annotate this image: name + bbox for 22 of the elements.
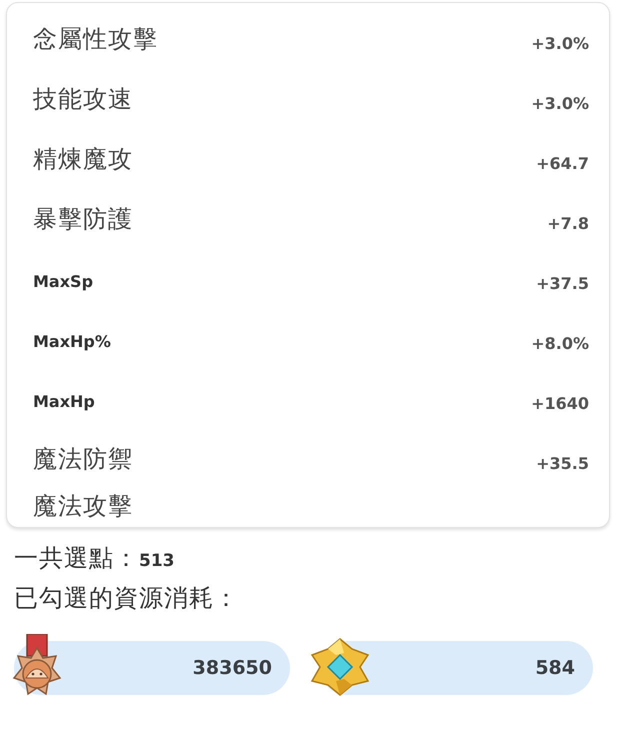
stat-name: MaxSp — [33, 272, 94, 293]
crystal-icon — [308, 635, 372, 699]
stat-value: +3.0% — [531, 94, 589, 115]
stat-value: +64.7 — [536, 154, 589, 175]
stat-name: 技能攻速 — [33, 84, 133, 115]
total-label: 一共選點： — [14, 543, 139, 574]
resource-amount: 383650 — [14, 641, 290, 695]
stat-value: +1640 — [531, 394, 589, 415]
total-value: 513 — [139, 551, 174, 571]
stat-value: +37.5 — [536, 274, 589, 295]
stat-name: 精煉魔攻 — [33, 144, 133, 175]
stat-name: 魔法攻擊 — [33, 491, 133, 522]
stat-value: +7.8 — [547, 214, 589, 235]
stat-value: +3.0% — [531, 34, 589, 55]
stat-name: 暴擊防護 — [33, 204, 133, 235]
stat-name: MaxHp — [33, 392, 95, 413]
stat-name: 念屬性攻擊 — [33, 24, 158, 55]
stat-name: MaxHp% — [33, 332, 111, 353]
stat-value: +35.5 — [536, 454, 589, 475]
cost-label: 已勾選的資源消耗： — [14, 583, 239, 614]
stat-name: 魔法防禦 — [33, 444, 133, 475]
stat-value: +8.0% — [531, 334, 589, 355]
